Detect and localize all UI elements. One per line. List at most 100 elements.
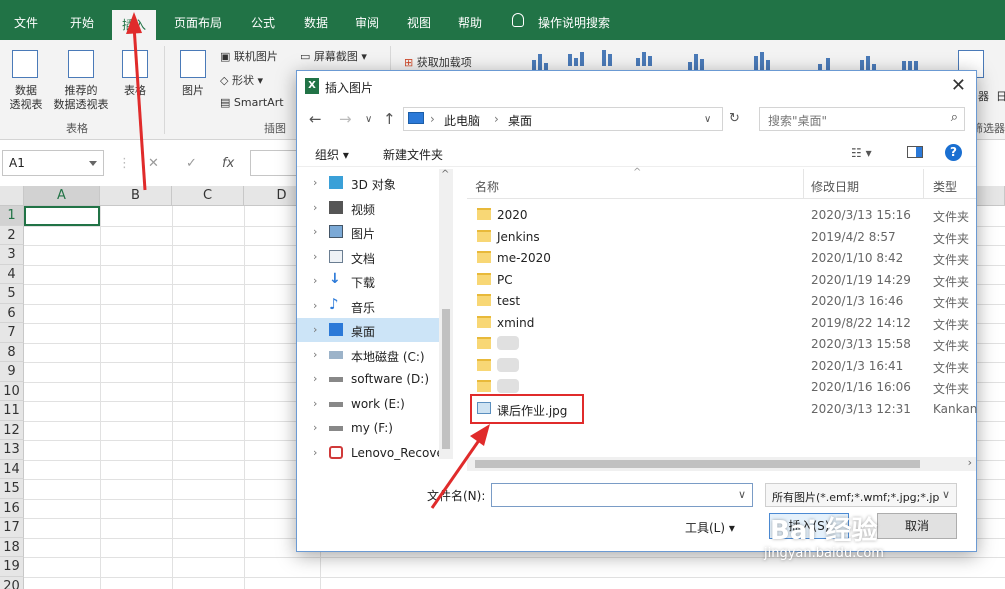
tab-help[interactable]: 帮助 <box>458 14 482 31</box>
file-row[interactable]: 2020/3/13 15:58 文件夹 <box>467 333 976 355</box>
chevron-down-icon[interactable]: ∨ <box>738 488 746 501</box>
row-header[interactable]: 8 <box>0 342 24 362</box>
cancel-icon[interactable]: ✕ <box>148 156 159 171</box>
up-icon[interactable]: ↑ <box>383 110 396 128</box>
tab-formulas[interactable]: 公式 <box>251 14 275 31</box>
column-header-c[interactable]: C <box>172 186 244 206</box>
forward-icon[interactable]: → <box>339 110 352 128</box>
scroll-up-icon[interactable]: ^ <box>441 169 449 180</box>
column-header-b[interactable]: B <box>100 186 172 206</box>
column-date-header[interactable]: 修改日期 <box>811 178 859 195</box>
search-input[interactable]: 搜索"桌面" ⌕ <box>759 107 965 131</box>
close-icon[interactable]: ✕ <box>951 75 966 96</box>
help-icon[interactable]: ? <box>945 144 962 161</box>
get-addins-button[interactable]: ⊞ 获取加载项 <box>404 54 472 70</box>
preview-pane-icon[interactable] <box>907 146 923 158</box>
row-header[interactable]: 7 <box>0 323 24 343</box>
row-header[interactable]: 16 <box>0 498 24 518</box>
nav-item-drive-f[interactable]: › my (F:) <box>297 416 439 440</box>
hierarchy-chart-icon[interactable] <box>634 48 656 66</box>
tools-menu[interactable]: 工具(L) ▾ <box>685 519 735 536</box>
select-all-corner[interactable] <box>0 186 24 206</box>
row-header[interactable]: 12 <box>0 420 24 440</box>
column-name-header[interactable]: 名称 <box>475 178 499 195</box>
row-header[interactable]: 14 <box>0 459 24 479</box>
row-header[interactable]: 20 <box>0 576 24 589</box>
file-row[interactable]: 2020/1/3 16:41 文件夹 <box>467 355 976 377</box>
fx-icon[interactable]: fx <box>222 156 234 171</box>
name-box[interactable]: A1 <box>2 150 104 176</box>
file-row[interactable]: test 2020/1/3 16:46 文件夹 <box>467 290 976 312</box>
pivot-table-button[interactable]: 数据 透视表 <box>4 84 48 112</box>
tab-home[interactable]: 开始 <box>70 14 94 31</box>
file-type-select[interactable]: 所有图片(*.emf;*.wmf;*.jpg;*.jp ∨ <box>765 483 957 507</box>
row-header[interactable]: 9 <box>0 362 24 382</box>
recent-chevron-icon[interactable]: ∨ <box>365 114 372 125</box>
row-header[interactable]: 18 <box>0 537 24 557</box>
column-type-header[interactable]: 类型 <box>933 178 957 195</box>
file-row[interactable]: xmind 2019/8/22 14:12 文件夹 <box>467 312 976 334</box>
nav-scrollbar[interactable]: ^ <box>439 169 453 459</box>
tab-insert[interactable]: 插入 <box>112 10 157 40</box>
pictures-button[interactable]: 图片 <box>176 84 210 98</box>
table-button[interactable]: 表格 <box>118 84 152 98</box>
scroll-right-icon[interactable]: › <box>968 456 972 469</box>
tab-data[interactable]: 数据 <box>304 14 328 31</box>
row-header[interactable]: 4 <box>0 264 24 284</box>
sparkline-line-icon[interactable] <box>814 52 836 70</box>
shapes-button[interactable]: ◇ 形状 ▾ <box>220 72 263 88</box>
path-desktop[interactable]: 桌面 <box>508 112 532 129</box>
tab-review[interactable]: 审阅 <box>355 14 379 31</box>
row-header[interactable]: 1 <box>0 206 24 226</box>
row-header[interactable]: 6 <box>0 303 24 323</box>
scroll-thumb[interactable] <box>475 460 920 468</box>
refresh-icon[interactable]: ↻ <box>729 111 740 126</box>
tab-view[interactable]: 视图 <box>407 14 431 31</box>
organize-button[interactable]: 组织 ▾ <box>315 146 349 163</box>
file-row[interactable]: Jenkins 2019/4/2 8:57 文件夹 <box>467 226 976 248</box>
nav-item-drive-e[interactable]: › work (E:) <box>297 392 439 416</box>
bar-chart-icon[interactable] <box>600 48 622 66</box>
file-row[interactable]: me-2020 2020/1/10 8:42 文件夹 <box>467 247 976 269</box>
enter-icon[interactable]: ✓ <box>186 156 197 171</box>
row-header[interactable]: 5 <box>0 284 24 304</box>
file-row[interactable]: PC 2020/1/19 14:29 文件夹 <box>467 269 976 291</box>
selected-cell-a1[interactable] <box>24 206 100 226</box>
nav-item-3d-objects[interactable]: › 3D 对象 <box>297 171 439 195</box>
chart-icon[interactable] <box>530 52 552 70</box>
row-header[interactable]: 15 <box>0 479 24 499</box>
address-path[interactable]: › 此电脑 › 桌面 ∨ <box>403 107 723 131</box>
row-header[interactable]: 19 <box>0 557 24 577</box>
column-chart-icon[interactable] <box>566 48 588 66</box>
path-this-pc[interactable]: 此电脑 <box>444 112 480 129</box>
nav-item-drive-c[interactable]: › 本地磁盘 (C:) <box>297 343 439 367</box>
combo-chart-icon[interactable] <box>686 52 708 70</box>
nav-item-lenovo-recovery[interactable]: › Lenovo_Recove <box>297 441 444 465</box>
nav-item-desktop[interactable]: › 桌面 <box>297 318 439 342</box>
win-loss-icon[interactable] <box>900 52 922 70</box>
row-header[interactable]: 17 <box>0 518 24 538</box>
timeline-label-cut[interactable]: 日 <box>996 88 1005 104</box>
path-dropdown-icon[interactable]: ∨ <box>704 114 711 125</box>
new-folder-button[interactable]: 新建文件夹 <box>383 146 443 163</box>
filename-input[interactable]: ∨ <box>491 483 753 507</box>
row-header[interactable]: 2 <box>0 225 24 245</box>
file-list-hscrollbar[interactable]: › <box>467 456 976 471</box>
screenshot-button[interactable]: ▭ 屏幕截图 ▾ <box>300 48 367 64</box>
row-header[interactable]: 3 <box>0 245 24 265</box>
nav-item-drive-d[interactable]: › software (D:) <box>297 367 439 391</box>
slicer-label-cut[interactable]: 器 <box>978 88 989 104</box>
cancel-button[interactable]: 取消 <box>877 513 957 539</box>
nav-item-music[interactable]: › ♪ 音乐 <box>297 294 439 318</box>
nav-item-pictures[interactable]: › 图片 <box>297 220 439 244</box>
tab-file[interactable]: 文件 <box>14 14 38 31</box>
column-header-a[interactable]: A <box>24 186 100 206</box>
row-header[interactable]: 13 <box>0 440 24 460</box>
tab-page-layout[interactable]: 页面布局 <box>174 14 222 31</box>
view-options-icon[interactable]: ☷ ▾ <box>851 146 872 160</box>
sparkline-column-icon[interactable] <box>858 52 880 70</box>
recommended-pivot-button[interactable]: 推荐的 数据透视表 <box>48 84 114 112</box>
smartart-button[interactable]: ▤ SmartArt <box>220 96 284 109</box>
nav-item-downloads[interactable]: › ↓ 下载 <box>297 269 439 293</box>
nav-item-videos[interactable]: › 视频 <box>297 196 439 220</box>
